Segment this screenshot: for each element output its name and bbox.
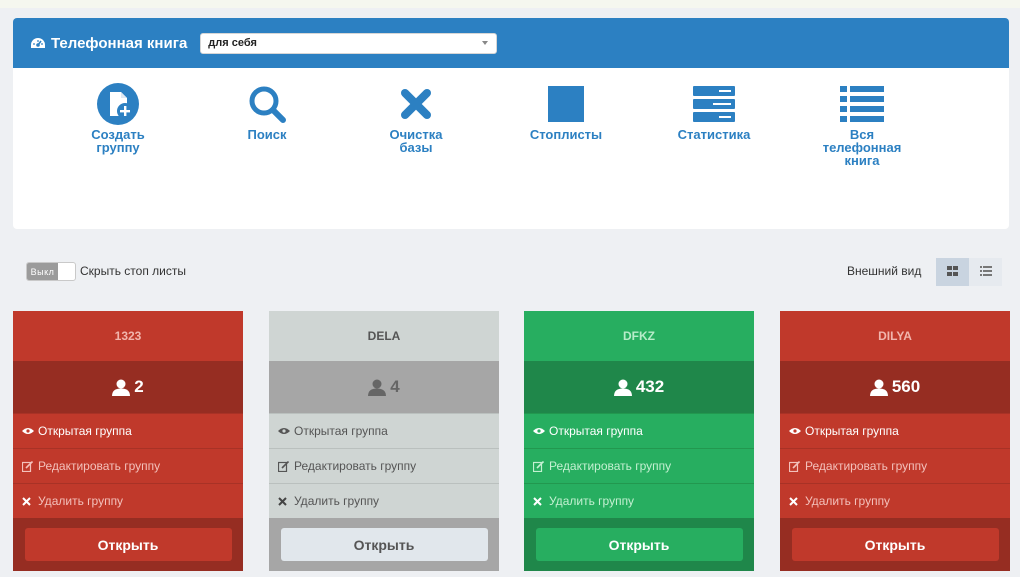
delete-icon <box>789 496 801 506</box>
tool-label: Создать группу <box>91 127 145 155</box>
clear-database-button[interactable]: Очистка базы <box>382 84 450 154</box>
user-icon <box>869 379 888 396</box>
group-count: 432 <box>524 361 754 413</box>
edit-group-link[interactable]: Редактировать группу <box>780 448 1010 483</box>
page-title: Телефонная книга <box>30 35 187 52</box>
list-view-button[interactable] <box>969 258 1002 286</box>
open-group-label: Открытая группа <box>805 424 899 438</box>
open-group-link[interactable]: Открытая группа <box>780 413 1010 448</box>
user-icon <box>112 379 131 396</box>
open-button[interactable]: Открыть <box>791 528 999 561</box>
eye-icon <box>22 427 34 435</box>
group-select-value: для себя <box>208 37 257 49</box>
grid-icon <box>947 263 958 281</box>
stoplists-button[interactable]: Стоплисты <box>524 84 608 141</box>
group-select[interactable]: для себя <box>200 32 498 54</box>
square-icon <box>524 84 608 124</box>
hide-stoplists-label: Скрыть стоп листы <box>80 264 186 278</box>
user-icon <box>613 379 632 396</box>
edit-icon <box>22 460 34 472</box>
search-button[interactable]: Поиск <box>240 84 294 141</box>
all-phonebook-button[interactable]: Вся телефонная книга <box>812 84 912 167</box>
group-count-value: 560 <box>891 377 921 396</box>
group-count: 4 <box>269 361 499 413</box>
tool-label: Поиск <box>247 127 287 142</box>
delete-icon <box>533 496 545 506</box>
hide-stoplists-toggle[interactable]: Выкл <box>26 262 76 281</box>
user-icon <box>368 379 387 396</box>
edit-icon <box>533 460 545 472</box>
statistics-button[interactable]: Статистика <box>672 84 756 141</box>
chevron-down-icon <box>482 41 489 45</box>
open-button[interactable]: Открыть <box>535 528 743 561</box>
group-count-value: 4 <box>390 377 400 396</box>
create-group-button[interactable]: Создать группу <box>86 83 150 155</box>
view-mode-label: Внешний вид <box>847 264 922 278</box>
edit-group-label: Редактировать группу <box>294 459 417 473</box>
edit-icon <box>789 460 801 472</box>
server-icon <box>672 84 756 124</box>
group-name: DELA <box>269 311 499 361</box>
top-strip <box>0 0 1020 8</box>
group-name: DFKZ <box>524 311 754 361</box>
card-footer: Открыть <box>13 518 243 571</box>
open-group-label: Открытая группа <box>549 424 643 438</box>
open-group-label: Открытая группа <box>38 424 132 438</box>
card-footer: Открыть <box>524 518 754 571</box>
edit-group-label: Редактировать группу <box>805 459 928 473</box>
group-name: DILYA <box>780 311 1010 361</box>
group-count-value: 2 <box>134 377 144 396</box>
tool-label: Очистка базы <box>389 127 443 155</box>
open-group-link[interactable]: Открытая группа <box>13 413 243 448</box>
open-group-link[interactable]: Открытая группа <box>269 413 499 448</box>
delete-group-label: Удалить группу <box>294 494 380 508</box>
eye-icon <box>278 427 290 435</box>
delete-group-label: Удалить группу <box>805 494 891 508</box>
grid-view-button[interactable] <box>936 258 969 286</box>
panel-header: Телефонная книга для себя <box>13 18 1009 68</box>
delete-icon <box>22 496 34 506</box>
delete-group-link[interactable]: Удалить группу <box>13 483 243 518</box>
edit-group-label: Редактировать группу <box>38 459 161 473</box>
delete-group-link[interactable]: Удалить группу <box>524 483 754 518</box>
delete-group-link[interactable]: Удалить группу <box>269 483 499 518</box>
card-footer: Открыть <box>780 518 1010 571</box>
edit-group-label: Редактировать группу <box>549 459 672 473</box>
group-card: DFKZ 432 Открытая группа Редактировать г… <box>524 311 754 571</box>
edit-group-link[interactable]: Редактировать группу <box>13 448 243 483</box>
group-name: 1323 <box>13 311 243 361</box>
toggle-off-label: Выкл <box>27 263 58 280</box>
list-icon <box>812 84 912 124</box>
group-card: DILYA 560 Открытая группа Редактировать … <box>780 311 1010 571</box>
delete-group-link[interactable]: Удалить группу <box>780 483 1010 518</box>
open-group-link[interactable]: Открытая группа <box>524 413 754 448</box>
open-button[interactable]: Открыть <box>280 528 488 561</box>
add-document-icon <box>86 83 150 125</box>
delete-group-label: Удалить группу <box>38 494 124 508</box>
group-card: 1323 2 Открытая группа Редактировать гру… <box>13 311 243 571</box>
card-footer: Открыть <box>269 518 499 571</box>
search-icon <box>240 84 294 124</box>
tool-label: Вся телефонная книга <box>822 127 902 168</box>
open-button[interactable]: Открыть <box>24 528 232 561</box>
group-count: 2 <box>13 361 243 413</box>
group-count: 560 <box>780 361 1010 413</box>
eye-icon <box>533 427 545 435</box>
tool-label: Стоплисты <box>529 127 603 142</box>
delete-icon <box>278 496 290 506</box>
edit-icon <box>278 460 290 472</box>
dashboard-icon <box>30 37 46 50</box>
open-group-label: Открытая группа <box>294 424 388 438</box>
page-title-text: Телефонная книга <box>51 34 188 52</box>
group-count-value: 432 <box>635 377 665 396</box>
tool-label: Статистика <box>677 127 751 142</box>
eye-icon <box>789 427 801 435</box>
group-card: DELA 4 Открытая группа Редактировать гру… <box>269 311 499 571</box>
close-icon <box>382 84 450 124</box>
list-icon <box>979 263 992 281</box>
edit-group-link[interactable]: Редактировать группу <box>269 448 499 483</box>
delete-group-label: Удалить группу <box>549 494 635 508</box>
edit-group-link[interactable]: Редактировать группу <box>524 448 754 483</box>
